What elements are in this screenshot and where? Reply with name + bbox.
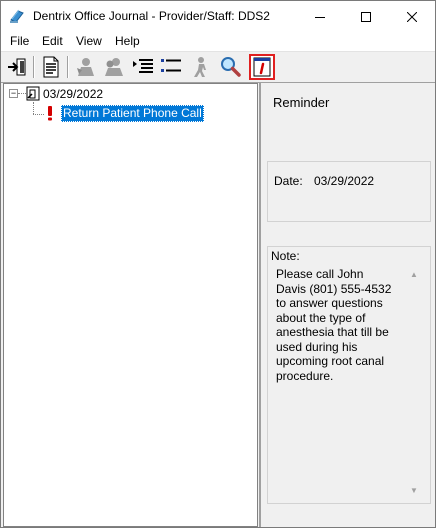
note-scrollbar[interactable]: ▲ ▼	[406, 265, 423, 501]
calendar-door-icon	[26, 86, 40, 101]
walking-person-button[interactable]	[189, 54, 213, 80]
info-button[interactable]	[249, 54, 275, 80]
patients-gray-icon	[105, 58, 123, 76]
toolbar-separator	[67, 56, 69, 78]
detail-pane: Reminder Date: 03/29/2022 Note: Please c…	[259, 83, 435, 527]
note-label: Note:	[271, 249, 300, 263]
title-bar[interactable]: Dentrix Office Journal - Provider/Staff:…	[1, 1, 435, 32]
tree-connector	[33, 102, 34, 114]
magnifier-icon	[221, 57, 241, 77]
collapse-list-button[interactable]	[159, 54, 183, 80]
minimize-button[interactable]	[297, 1, 343, 32]
expand-list-button[interactable]	[131, 54, 155, 80]
note-box: Note: Please call John Davis (801) 555-4…	[267, 246, 431, 504]
tree-collapse-toggle[interactable]: −	[9, 89, 18, 98]
menu-view[interactable]: View	[75, 34, 103, 48]
menu-help[interactable]: Help	[114, 34, 141, 48]
note-text[interactable]: Please call John Davis (801) 555-4532 to…	[276, 267, 406, 383]
document-button[interactable]	[39, 54, 63, 80]
scroll-up-icon[interactable]: ▲	[409, 271, 419, 279]
exit-icon	[8, 58, 26, 76]
date-value: 03/29/2022	[314, 174, 375, 188]
tree-item-reminder[interactable]: Return Patient Phone Call	[61, 105, 204, 122]
menu-file[interactable]: File	[9, 34, 30, 48]
info-icon	[253, 57, 271, 77]
toolbar-separator	[33, 56, 35, 78]
reminder-title: Reminder	[273, 95, 330, 110]
dentrix-journal-icon	[10, 9, 24, 23]
close-button[interactable]	[389, 1, 435, 32]
exclamation-icon	[48, 106, 52, 121]
date-box: Date: 03/29/2022	[267, 161, 431, 222]
tree-connector	[18, 93, 26, 94]
date-label: Date:	[274, 174, 303, 188]
app-window: Dentrix Office Journal - Provider/Staff:…	[0, 0, 436, 528]
search-button[interactable]	[219, 54, 243, 80]
patients-button[interactable]	[101, 54, 125, 80]
toolbar	[1, 51, 435, 83]
tree-root-date[interactable]: 03/29/2022	[43, 87, 103, 101]
window-title: Dentrix Office Journal - Provider/Staff:…	[33, 9, 270, 23]
journal-tree[interactable]: − 03/29/2022 Return Patient Phone Call	[3, 83, 258, 527]
exit-button[interactable]	[5, 54, 29, 80]
patient-button[interactable]	[73, 54, 97, 80]
collapse-list-icon	[161, 59, 181, 72]
patient-gray-icon	[77, 58, 94, 76]
walking-person-icon	[194, 57, 206, 77]
maximize-icon	[361, 11, 371, 22]
expand-list-icon	[133, 59, 153, 73]
maximize-button[interactable]	[343, 1, 389, 32]
menu-bar: File Edit View Help	[1, 32, 435, 51]
document-icon	[43, 56, 59, 78]
close-icon	[407, 11, 417, 22]
scroll-down-icon[interactable]: ▼	[409, 487, 419, 495]
minimize-icon	[315, 16, 325, 18]
menu-edit[interactable]: Edit	[41, 34, 64, 48]
tree-connector	[33, 114, 44, 115]
